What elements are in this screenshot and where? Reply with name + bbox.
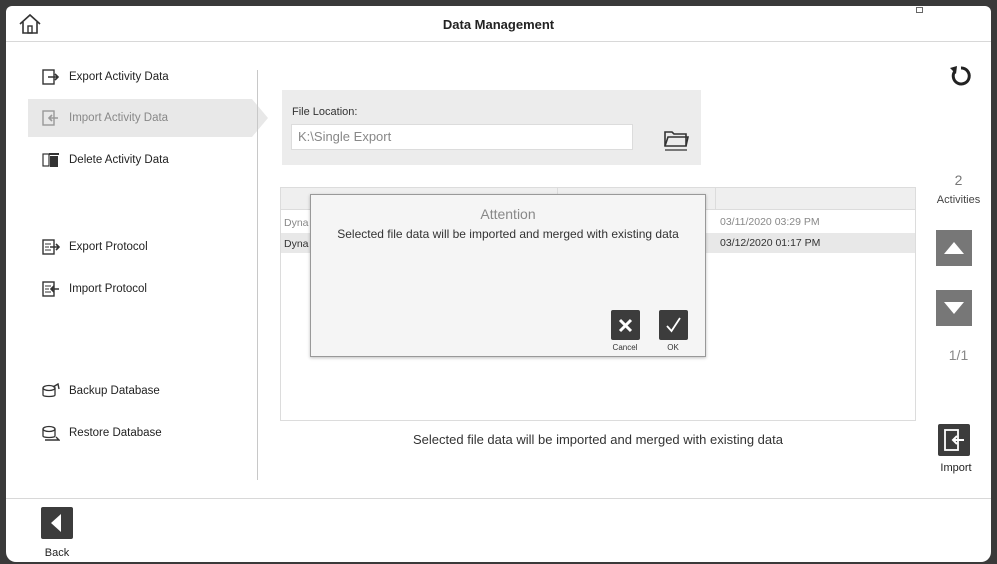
- trash-icon: [42, 153, 59, 167]
- restore-icon: [42, 425, 60, 441]
- status-message: Selected file data will be imported and …: [413, 432, 783, 447]
- triangle-up-icon: [944, 242, 964, 254]
- title-bar: Data Management: [6, 6, 991, 42]
- dialog-message: Selected file data will be imported and …: [337, 227, 679, 241]
- triangle-down-icon: [944, 302, 964, 314]
- ok-button[interactable]: [659, 310, 688, 340]
- row-date: 03/12/2020 01:17 PM: [720, 237, 821, 249]
- sidebar-item-import-activity-data[interactable]: Import Activity Data: [28, 99, 268, 137]
- sidebar-item-backup-database[interactable]: Backup Database: [28, 372, 252, 410]
- sidebar-item-label: Import Activity Data: [69, 112, 169, 124]
- folder-icon[interactable]: [662, 126, 690, 152]
- sidebar-item-import-protocol[interactable]: Import Protocol: [28, 270, 252, 308]
- bottom-bar: Back: [6, 498, 991, 562]
- page-title: Data Management: [442, 17, 555, 32]
- import-label: Import: [940, 462, 972, 474]
- row-name: Dyna: [284, 238, 309, 250]
- cancel-button[interactable]: [611, 310, 640, 340]
- attention-dialog: Attention Selected file data will be imp…: [310, 194, 706, 357]
- activity-count: 2: [954, 172, 963, 188]
- checkmark-icon: [666, 317, 681, 333]
- ok-label: OK: [667, 343, 679, 352]
- page-indicator: 1/1: [948, 347, 969, 363]
- sidebar-divider: [257, 70, 258, 480]
- sidebar-item-label: Restore Database: [69, 427, 162, 439]
- cancel-label: Cancel: [612, 343, 638, 352]
- import-icon: [42, 110, 58, 126]
- app-window: Data Management Export Activity Data Imp…: [6, 6, 991, 562]
- refresh-icon[interactable]: [949, 64, 973, 88]
- backup-icon: [42, 383, 60, 398]
- back-button[interactable]: [41, 507, 73, 539]
- sidebar-item-label: Export Activity Data: [69, 71, 169, 83]
- sidebar-item-label: Import Protocol: [69, 283, 147, 295]
- sidebar-item-label: Export Protocol: [69, 241, 148, 253]
- file-location-label: File Location:: [292, 106, 358, 118]
- right-panel: 2 Activities 1/1 Import: [926, 42, 991, 482]
- sidebar-item-delete-activity-data[interactable]: Delete Activity Data: [28, 141, 252, 179]
- export-protocol-icon: [42, 239, 60, 255]
- file-location-panel: File Location: K:\Single Export: [282, 90, 701, 165]
- row-name: Dyna: [284, 217, 309, 229]
- back-arrow-icon: [51, 514, 61, 532]
- scroll-down-button[interactable]: [936, 290, 972, 326]
- sidebar: Export Activity Data Import Activity Dat…: [6, 42, 268, 482]
- activity-count-label: Activities: [936, 194, 981, 206]
- export-icon: [42, 69, 60, 85]
- window-corner-icon: [916, 7, 923, 13]
- sidebar-item-export-protocol[interactable]: Export Protocol: [28, 228, 252, 266]
- file-location-input[interactable]: K:\Single Export: [291, 124, 633, 150]
- import-button[interactable]: [938, 424, 970, 456]
- sidebar-item-label: Backup Database: [69, 385, 160, 397]
- row-date: 03/11/2020 03:29 PM: [720, 216, 820, 228]
- import-protocol-icon: [42, 281, 59, 297]
- scroll-up-button[interactable]: [936, 230, 972, 266]
- import-icon: [944, 429, 964, 451]
- column-separator: [715, 188, 716, 210]
- sidebar-item-label: Delete Activity Data: [69, 154, 169, 166]
- dialog-title: Attention: [480, 206, 536, 222]
- sidebar-item-restore-database[interactable]: Restore Database: [28, 414, 252, 452]
- sidebar-item-export-activity-data[interactable]: Export Activity Data: [28, 58, 252, 96]
- back-label: Back: [44, 547, 70, 559]
- close-icon: [618, 318, 633, 333]
